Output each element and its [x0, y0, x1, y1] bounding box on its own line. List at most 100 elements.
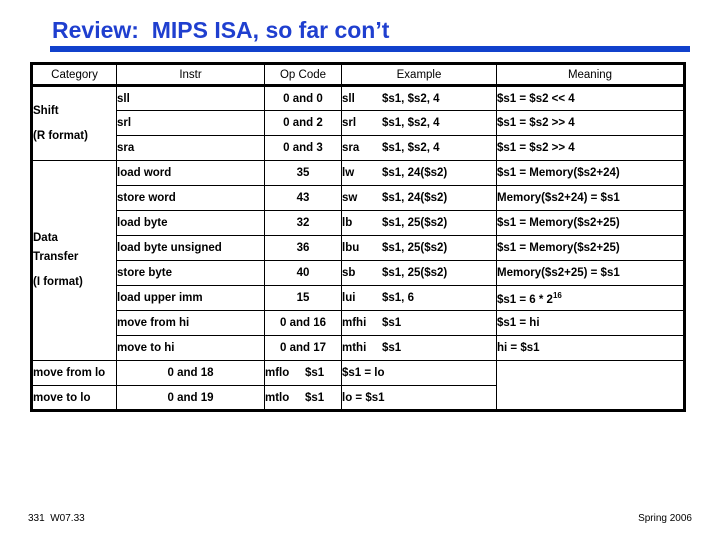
meaning-exponent: 16 — [552, 290, 562, 300]
opcode-cell: 0 and 19 — [116, 385, 265, 411]
opcode-cell: 0 and 3 — [264, 135, 342, 161]
meaning-text: $s1 = $s2 << 4 — [497, 92, 575, 105]
meaning-cell: $s1 = Memory($s2+25) — [496, 235, 685, 261]
meaning-text: Memory($s2+24) = $s1 — [497, 192, 620, 204]
opcode-cell: 0 and 16 — [264, 310, 342, 336]
meaning-text: $s1 = Memory($s2+25) — [497, 242, 620, 254]
meaning-text: $s1 = 6 * 2 — [497, 293, 553, 306]
example-operands: $s1 — [305, 391, 325, 404]
example-mnemonic: sb — [342, 267, 356, 279]
mips-isa-table: Category Instr Op Code Example Meaning S… — [30, 62, 686, 412]
opcode-cell: 0 and 0 — [264, 85, 342, 111]
table-row: Data Transfer (I format) load word 35 lw $s1, … — [31, 160, 685, 361]
category-format: (R format) — [33, 129, 88, 142]
example-operands: $s1, $s2, 4 — [382, 92, 440, 105]
instr-cell: sll — [116, 85, 265, 111]
column-header-category: Category — [31, 63, 117, 87]
meaning-cell: $s1 = hi — [496, 310, 685, 336]
instr-cell: sra — [116, 135, 265, 161]
example-mnemonic: mfhi — [342, 317, 367, 329]
example-cell: lw $s1, 24($s2) — [341, 160, 497, 186]
example-operands: $s1, 25($s2) — [382, 242, 448, 254]
meaning-cell: $s1 = $s2 >> 4 — [496, 135, 685, 161]
instr-cell: load word — [116, 160, 265, 186]
opcode-cell: 32 — [264, 210, 342, 236]
opcode-cell: 43 — [264, 185, 342, 211]
footer-slide-id: 331 W07.33 — [28, 513, 85, 524]
instr-cell: srl — [116, 110, 265, 136]
example-operands: $s1, 6 — [382, 292, 414, 304]
opcode-cell: 35 — [264, 160, 342, 186]
category-name: Data — [33, 232, 58, 244]
opcode-cell: 0 and 17 — [264, 335, 342, 361]
meaning-cell: hi = $s1 — [496, 335, 685, 361]
instr-cell: store byte — [116, 260, 265, 286]
meaning-cell: Memory($s2+24) = $s1 — [496, 185, 685, 211]
meaning-text: $s1 = $s2 >> 4 — [497, 142, 575, 154]
column-header-opcode: Op Code — [264, 63, 342, 87]
instr-cell: move to hi — [116, 335, 265, 361]
example-mnemonic: sll — [342, 92, 355, 105]
meaning-text: $s1 = lo — [342, 367, 385, 379]
example-mnemonic: lui — [342, 292, 356, 304]
category-cell: Shift (R format) — [31, 85, 117, 161]
table-row: store word 43 sw $s1, 24($s2) Memory($s2+24)… — [32, 185, 685, 211]
instr-cell: move from lo — [31, 360, 117, 386]
example-mnemonic: mtlo — [265, 391, 290, 404]
example-cell: sll $s1, $s2, 4 — [341, 85, 497, 111]
example-operands: $s1, 24($s2) — [382, 192, 448, 204]
instr-cell: load upper imm — [116, 285, 265, 311]
example-operands: $s1 — [382, 342, 402, 354]
meaning-text: $s1 = Memory($s2+24) — [497, 167, 620, 179]
meaning-cell: $s1 = 6 * 216 — [496, 285, 685, 311]
category-name-line2: Transfer — [33, 251, 79, 263]
meaning-text: hi = $s1 — [497, 342, 540, 354]
example-mnemonic: lb — [342, 217, 353, 229]
example-operands: $s1, 25($s2) — [382, 217, 448, 229]
example-cell: mflo $s1 — [264, 360, 342, 386]
example-cell: mtlo $s1 — [264, 385, 342, 411]
example-mnemonic: sw — [342, 192, 358, 204]
instr-cell: store word — [116, 185, 265, 211]
meaning-text: $s1 = $s2 >> 4 — [497, 117, 575, 129]
table-row: store byte 40 sb $s1, 25($s2) Memory($s2+25)… — [32, 260, 685, 286]
example-mnemonic: srl — [342, 117, 357, 129]
example-cell: lui $s1, 6 — [341, 285, 497, 311]
example-cell: srl $s1, $s2, 4 — [341, 110, 497, 136]
example-cell: lbu $s1, 25($s2) — [341, 235, 497, 261]
opcode-cell: 0 and 2 — [264, 110, 342, 136]
meaning-cell: $s1 = Memory($s2+25) — [496, 210, 685, 236]
example-mnemonic: lw — [342, 167, 355, 179]
opcode-cell: 0 and 18 — [116, 360, 265, 386]
example-operands: $s1 — [382, 317, 402, 329]
meaning-cell: lo = $s1 — [341, 385, 497, 411]
meaning-cell: $s1 = Memory($s2+24) — [496, 160, 685, 186]
meaning-cell: Memory($s2+25) = $s1 — [496, 260, 685, 286]
meaning-cell: $s1 = lo — [341, 360, 497, 386]
example-cell: sb $s1, 25($s2) — [341, 260, 497, 286]
meaning-cell: $s1 = $s2 >> 4 — [496, 110, 685, 136]
example-mnemonic: lbu — [342, 242, 360, 254]
example-mnemonic: mthi — [342, 342, 367, 354]
column-header-instr: Instr — [116, 63, 265, 87]
table-row: srl 0 and 2 srl $s1, $s2, 4 $s1 = $s2 >> 4 — [32, 110, 685, 136]
instr-cell: move to lo — [31, 385, 117, 411]
instr-cell: load byte unsigned — [116, 235, 265, 261]
table-row: load byte unsigned 36 lbu $s1, 25($s2) $s1 =… — [32, 235, 685, 261]
example-cell: sra $s1, $s2, 4 — [341, 135, 497, 161]
table-row: move to hi 0 and 17 mthi $s1 hi = $s1 — [32, 335, 685, 361]
example-cell: mthi $s1 — [341, 335, 497, 361]
instr-cell: move from hi — [116, 310, 265, 336]
category-name: Shift — [33, 104, 59, 117]
footer-term-label: Spring 2006 — [638, 513, 692, 524]
table-row: move from hi 0 and 16 mfhi $s1 $s1 = hi — [32, 310, 685, 336]
opcode-cell: 36 — [264, 235, 342, 261]
opcode-cell: 40 — [264, 260, 342, 286]
meaning-text: $s1 = hi — [497, 317, 540, 329]
category-format: (I format) — [33, 276, 83, 288]
table-row: Shift (R format) sll 0 and 0 sll $s1, $s2, 4 $… — [31, 85, 685, 161]
column-header-meaning: Meaning — [496, 63, 685, 87]
column-header-example: Example — [341, 63, 497, 87]
instr-cell: load byte — [116, 210, 265, 236]
example-mnemonic: sra — [342, 142, 360, 154]
